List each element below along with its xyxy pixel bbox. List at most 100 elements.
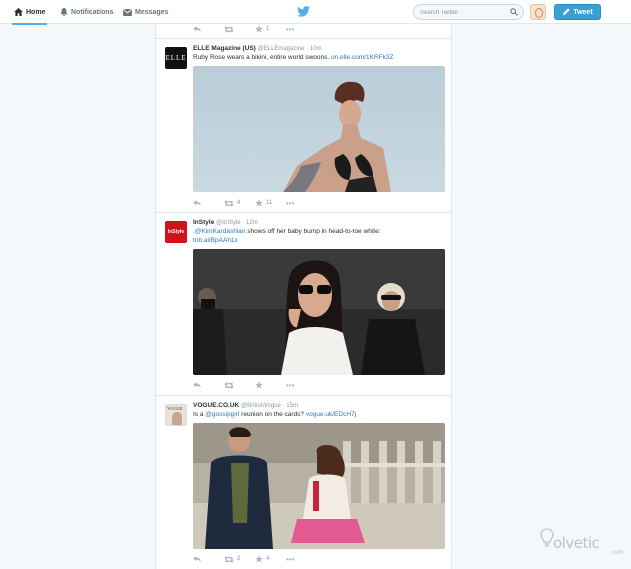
tweet-body: reunion on the cards? — [241, 411, 305, 418]
nav-notifications[interactable]: Notifications — [60, 0, 113, 24]
user-avatar[interactable] — [530, 4, 546, 20]
star-icon — [255, 25, 263, 33]
tweet-actions: 4 11 ••• — [193, 198, 317, 208]
lightbulb-icon — [540, 528, 554, 547]
nav-home[interactable]: Home — [11, 0, 48, 25]
reply-button[interactable] — [193, 556, 224, 562]
timeline: 1 ••• ELLE ELLE Magazine (US) @ELLEmagaz… — [155, 24, 452, 569]
retweet-button[interactable] — [224, 25, 255, 33]
avatar[interactable]: InStyle — [165, 221, 187, 243]
tweet-header: InStyle @InStyle · 12m — [193, 219, 258, 226]
photo-image — [193, 66, 445, 192]
favorite-count: 11 — [266, 200, 273, 206]
favorite-button[interactable] — [255, 381, 286, 389]
tweet-elle[interactable]: ELLE ELLE Magazine (US) @ELLEmagazine · … — [156, 39, 451, 213]
avatar[interactable]: ELLE — [165, 47, 187, 69]
more-options-button[interactable]: ••• — [286, 381, 317, 390]
search-box[interactable] — [413, 4, 524, 20]
retweet-icon — [224, 381, 234, 389]
nav-home-label: Home — [26, 8, 46, 16]
nav-messages[interactable]: Messages — [123, 0, 168, 24]
user-handle[interactable]: @ELLEmagazine — [258, 46, 305, 52]
nav-messages-label: Messages — [135, 8, 169, 16]
reply-icon — [193, 26, 201, 32]
reply-icon — [193, 556, 201, 562]
retweet-button[interactable]: 2 — [224, 555, 255, 563]
tweet-text: Is a @gossipgirl reunion on the cards? v… — [193, 410, 445, 419]
avatar-logo-text: VOGUE — [167, 406, 183, 411]
tweet-link[interactable]: trib.al/BpAAh1x — [193, 237, 238, 244]
reply-icon — [193, 382, 201, 388]
reply-button[interactable] — [193, 200, 224, 206]
more-icon: ••• — [286, 198, 295, 208]
retweet-count: 4 — [237, 200, 241, 206]
favorite-button[interactable]: 11 — [255, 199, 286, 207]
tweet-body: shows off her baby bump in head-to-toe w… — [247, 228, 381, 235]
more-options-button[interactable]: ••• — [286, 555, 317, 564]
user-handle[interactable]: @BritishVogue — [241, 403, 281, 409]
bell-icon — [60, 8, 68, 16]
tweet-photo[interactable] — [193, 66, 445, 192]
avatar-logo-text: ELLE — [165, 54, 187, 62]
timestamp[interactable]: · 12m — [242, 220, 257, 226]
tweet-header: VOGUE.CO.UK @BritishVogue · 15m — [193, 402, 298, 409]
retweet-button[interactable] — [224, 381, 255, 389]
reply-button[interactable] — [193, 382, 224, 388]
avatar-logo-text: InStyle — [167, 229, 185, 235]
star-icon — [255, 199, 263, 207]
envelope-icon — [123, 8, 132, 16]
avatar[interactable]: VOGUE — [165, 404, 187, 426]
favorite-count: 1 — [266, 26, 270, 32]
compose-icon — [563, 8, 570, 16]
display-name[interactable]: VOGUE.CO.UK — [193, 402, 239, 409]
tweet-actions: 1 ••• — [193, 24, 317, 34]
tweet-text: Ruby Rose wears a bikini, entire world s… — [193, 53, 445, 62]
top-navigation-bar: Home Notifications Messages Tweet — [0, 0, 631, 25]
search-icon[interactable] — [510, 8, 518, 16]
nav-notifications-label: Notifications — [71, 8, 114, 16]
tweet-actions: ••• — [193, 380, 317, 390]
tweet-link[interactable]: vogue.uk/EDcH7j — [306, 411, 356, 418]
tweet-mention[interactable]: @gossipgirl — [205, 411, 239, 418]
retweet-icon — [224, 555, 234, 563]
more-icon: ••• — [286, 554, 295, 564]
tweet-text: .@KimKardashian shows off her baby bump … — [193, 227, 445, 245]
display-name[interactable]: InStyle — [193, 219, 214, 226]
more-icon: ••• — [286, 24, 295, 34]
tweet-instyle[interactable]: InStyle InStyle @InStyle · 12m .@KimKard… — [156, 213, 451, 396]
favorite-count: 4 — [266, 556, 270, 562]
tweet-link[interactable]: on.elle.com/1KRFk3Z — [331, 54, 394, 61]
tweet-vogue[interactable]: VOGUE VOGUE.CO.UK @BritishVogue · 15m Is… — [156, 396, 451, 569]
favorite-button[interactable]: 1 — [255, 25, 286, 33]
star-icon — [255, 555, 263, 563]
timestamp[interactable]: · 10m — [306, 46, 321, 52]
tweet-photo[interactable] — [193, 423, 445, 549]
watermark-domain: .com — [610, 550, 624, 556]
more-icon: ••• — [286, 380, 295, 390]
twitter-bird-icon[interactable] — [297, 6, 310, 17]
watermark-text: olvetic — [553, 534, 600, 552]
photo-image — [193, 249, 445, 375]
user-handle[interactable]: @InStyle — [216, 220, 240, 226]
tweet-button-label: Tweet — [573, 8, 593, 16]
more-options-button[interactable]: ••• — [286, 25, 317, 34]
tweet-mention[interactable]: .@KimKardashian — [193, 228, 245, 235]
tweet-partial: 1 ••• — [156, 24, 451, 39]
search-input[interactable] — [420, 7, 508, 18]
retweet-button[interactable]: 4 — [224, 199, 255, 207]
more-options-button[interactable]: ••• — [286, 199, 317, 208]
tweet-button[interactable]: Tweet — [554, 4, 601, 20]
favorite-button[interactable]: 4 — [255, 555, 286, 563]
tweet-actions: 2 4 ••• — [193, 554, 317, 564]
retweet-icon — [224, 199, 234, 207]
home-icon — [14, 8, 23, 16]
retweet-icon — [224, 25, 234, 33]
tweet-body: Ruby Rose wears a bikini, entire world s… — [193, 54, 330, 61]
reply-icon — [193, 200, 201, 206]
retweet-count: 2 — [237, 556, 241, 562]
display-name[interactable]: ELLE Magazine (US) — [193, 45, 256, 52]
tweet-header: ELLE Magazine (US) @ELLEmagazine · 10m — [193, 45, 322, 52]
reply-button[interactable] — [193, 26, 224, 32]
tweet-photo[interactable] — [193, 249, 445, 375]
timestamp[interactable]: · 15m — [283, 403, 298, 409]
